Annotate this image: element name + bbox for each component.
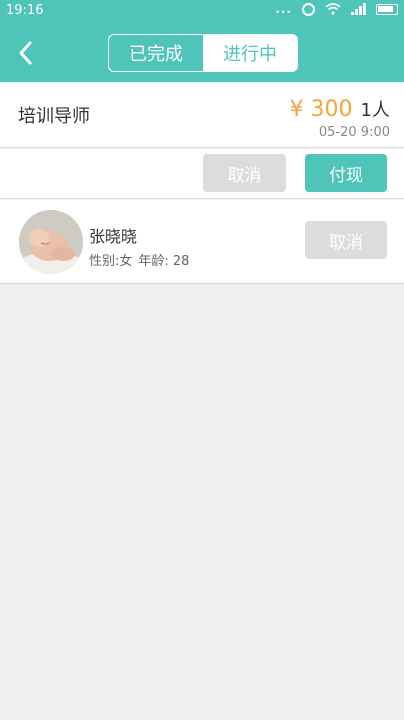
alarm-icon (302, 2, 315, 16)
tab-in-progress[interactable]: 进行中 (203, 35, 297, 71)
tab-completed[interactable]: 已完成 (109, 35, 203, 71)
cancel-member-button[interactable]: 取消 (305, 221, 387, 259)
price-line: ¥ 300 1人 (290, 96, 390, 122)
status-time: 19:16 (6, 3, 44, 18)
member-age: 年龄: 28 (138, 254, 190, 269)
status-icons: ... (275, 2, 398, 16)
back-button[interactable] (14, 40, 38, 66)
participant-count: 1人 (360, 100, 390, 121)
wifi-icon (325, 3, 341, 15)
status-segmented-control: 已完成 进行中 (108, 34, 298, 72)
notification-dots: ... (275, 2, 292, 16)
cancel-order-button[interactable]: 取消 (203, 154, 286, 192)
order-date: 05-20 9:00 (318, 125, 390, 140)
order-actions: 取消 付现 (0, 149, 404, 199)
status-bar: 19:16 ... (0, 0, 404, 22)
chevron-left-icon (19, 41, 32, 65)
baby-photo-icon (19, 210, 83, 274)
member-meta: 性别:女 年龄: 28 (89, 250, 189, 269)
order-card[interactable]: 培训导师 ¥ 300 1人 05-20 9:00 (0, 82, 404, 148)
member-name: 张晓晓 (89, 227, 138, 246)
signal-icon (351, 3, 366, 15)
member-card[interactable]: 张晓晓 性别:女 年龄: 28 取消 (0, 200, 404, 284)
battery-icon (376, 3, 398, 15)
order-price: ¥ 300 (289, 97, 353, 122)
order-title: 培训导师 (18, 106, 90, 127)
pay-cash-button[interactable]: 付现 (305, 154, 387, 192)
avatar (19, 210, 83, 274)
member-gender: 性别:女 (89, 254, 133, 269)
